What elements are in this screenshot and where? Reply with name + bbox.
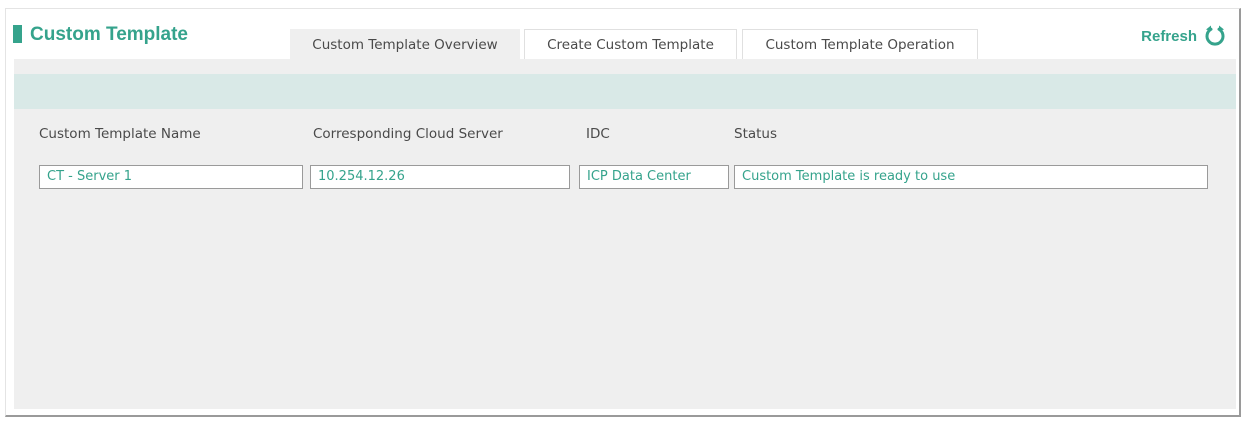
template-name-field[interactable]: CT - Server 1 [39,165,303,189]
refresh-button[interactable]: Refresh [1141,24,1227,48]
column-header-idc: IDC [586,126,610,142]
tab-custom-template-operation[interactable]: Custom Template Operation [742,29,978,59]
column-header-cloud-server: Corresponding Cloud Server [313,126,503,142]
cloud-server-field[interactable]: 10.254.12.26 [310,165,570,189]
idc-field[interactable]: ICP Data Center [579,165,729,189]
tab-custom-template-overview[interactable]: Custom Template Overview [290,29,520,59]
status-field[interactable]: Custom Template is ready to use [734,165,1208,189]
refresh-label: Refresh [1141,27,1197,45]
tab-create-custom-template[interactable]: Create Custom Template [524,29,737,59]
toolbar-strip [14,74,1236,109]
refresh-icon [1205,25,1225,46]
page-title: Custom Template [30,24,189,45]
content-area: Custom Template Name Corresponding Cloud… [14,59,1236,409]
column-header-template-name: Custom Template Name [39,126,201,142]
title-accent-bar [13,25,22,43]
column-header-status: Status [734,126,778,142]
